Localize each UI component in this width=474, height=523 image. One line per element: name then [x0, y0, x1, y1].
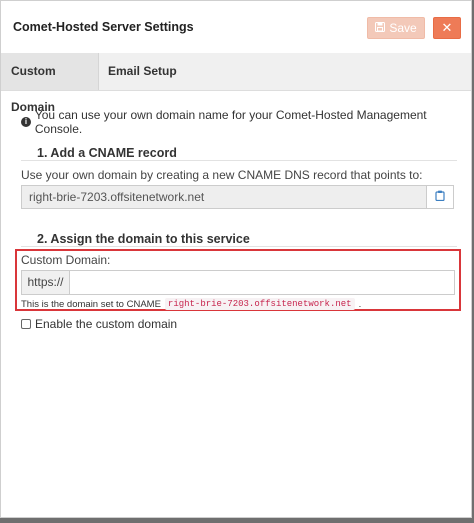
tab-email-setup[interactable]: Email Setup	[98, 53, 187, 90]
save-button-label: Save	[389, 21, 417, 35]
step1-heading-text: 1. Add a CNAME record	[33, 146, 183, 160]
copy-button[interactable]	[426, 185, 454, 209]
close-button[interactable]: ✕	[433, 17, 461, 39]
custom-domain-input[interactable]	[69, 270, 455, 295]
custom-domain-label: Custom Domain:	[21, 253, 111, 267]
step2-section-heading: 2. Assign the domain to this service	[21, 232, 457, 247]
step1-description: Use your own domain by creating a new CN…	[21, 168, 423, 182]
settings-dialog: Comet-Hosted Server Settings Save ✕ Cust…	[0, 0, 472, 518]
tab-bar: Custom Domain Email Setup	[1, 53, 471, 114]
dialog-header: Comet-Hosted Server Settings Save ✕	[1, 1, 471, 54]
cname-code: right-brie-7203.offsitenetwork.net	[164, 298, 355, 310]
info-text: You can use your own domain name for you…	[34, 108, 427, 136]
https-prefix: https://	[21, 270, 70, 295]
help-prefix-text: This is the domain set to CNAME	[21, 298, 161, 310]
info-message: i You can use your own domain name for y…	[21, 108, 471, 136]
save-button[interactable]: Save	[367, 17, 425, 39]
dialog-title: Comet-Hosted Server Settings	[13, 20, 194, 34]
custom-domain-help: This is the domain set to CNAME right-br…	[21, 298, 361, 310]
clipboard-icon	[435, 190, 445, 204]
enable-custom-domain-label[interactable]: Enable the custom domain	[35, 317, 177, 331]
tab-custom-domain[interactable]: Custom Domain	[1, 53, 99, 114]
info-circle-icon: i	[21, 117, 31, 127]
step1-section-heading: 1. Add a CNAME record	[21, 146, 457, 161]
floppy-disk-icon	[375, 21, 386, 35]
help-suffix-text: .	[358, 298, 362, 310]
step2-heading-text: 2. Assign the domain to this service	[33, 232, 256, 246]
enable-custom-domain-checkbox[interactable]	[21, 319, 31, 329]
enable-custom-domain-row[interactable]: Enable the custom domain	[21, 317, 177, 331]
cname-target-field[interactable]: right-brie-7203.offsitenetwork.net	[21, 185, 426, 209]
close-icon: ✕	[441, 20, 453, 35]
